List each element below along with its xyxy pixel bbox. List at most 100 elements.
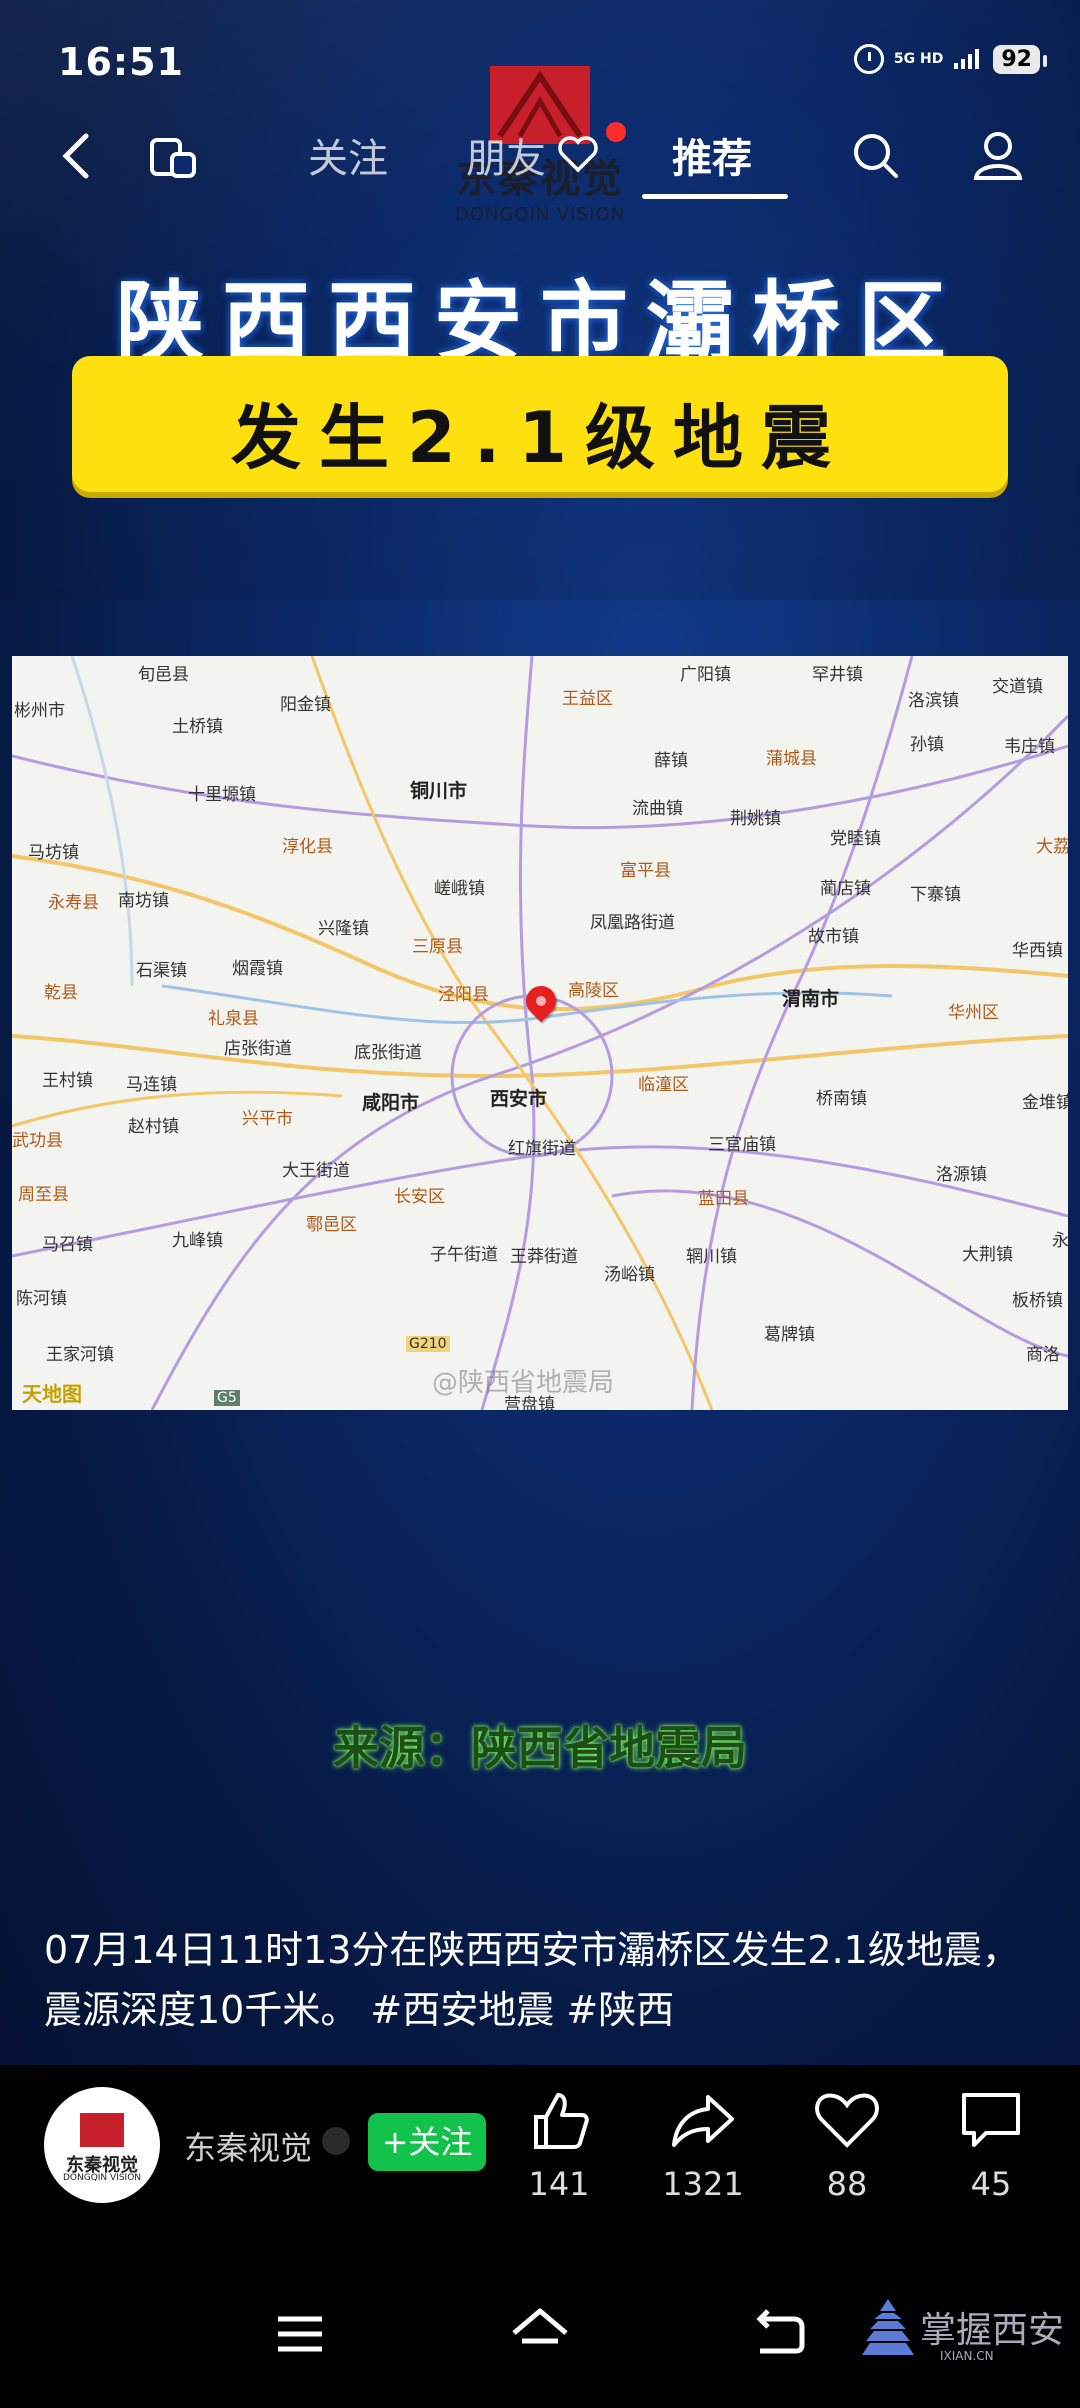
map-label: 华州区 <box>948 1003 999 1023</box>
home-icon[interactable] <box>508 2305 572 2361</box>
map-label: 蓝田县 <box>698 1189 749 1209</box>
map-label: 韦庄镇 <box>1004 737 1055 757</box>
map-label: 王莽街道 <box>510 1247 578 1267</box>
search-icon[interactable] <box>848 126 904 186</box>
comment-bubble-icon <box>962 2093 1020 2147</box>
profile-icon[interactable] <box>968 126 1028 186</box>
favorite-button[interactable]: 88 <box>792 2085 902 2203</box>
map-label: 故市镇 <box>808 927 859 947</box>
system-navigation-bar: 掌握西安 IXIAN.CN <box>0 2265 1080 2408</box>
map-label: 广阳镇 <box>680 665 731 685</box>
map-label: 红旗街道 <box>508 1139 576 1159</box>
map-label: 鄠邑区 <box>306 1215 357 1235</box>
map-label: 三原县 <box>412 937 463 957</box>
pagoda-logo-icon <box>862 2299 914 2355</box>
share-button[interactable]: 1321 <box>648 2085 758 2203</box>
map-label: 华西镇 <box>1012 941 1063 961</box>
map-label: 咸阳市 <box>362 1092 420 1114</box>
map-label: 十里塬镇 <box>188 785 256 805</box>
comment-button[interactable]: 45 <box>936 2085 1046 2203</box>
map-label: 薛镇 <box>654 751 688 771</box>
map-label: 辋川镇 <box>686 1247 737 1267</box>
map-label: 马连镇 <box>126 1075 177 1095</box>
video-caption[interactable]: 07月14日11时13分在陕西西安市灞桥区发生2.1级地震，震源深度10千米。 … <box>44 1920 1044 2040</box>
avatar-name-en: DONGQIN VISION <box>62 2173 142 2183</box>
map-label: 店张街道 <box>224 1039 292 1059</box>
back-icon[interactable] <box>56 126 96 186</box>
map-label: 荆姚镇 <box>730 809 781 829</box>
map-label: 铜川市 <box>410 780 468 802</box>
tab-friends[interactable]: 朋友 <box>466 126 546 184</box>
verified-badge-icon <box>322 2127 350 2155</box>
map-watermark: @陕西省地震局 <box>432 1368 615 1398</box>
map-label: 下寨镇 <box>910 885 961 905</box>
top-navigation: 关注 朋友 推荐 <box>0 112 1080 202</box>
action-bar: 东秦视觉 DONGQIN VISION 东秦视觉 +关注 141 1321 88… <box>0 2065 1080 2265</box>
highway-shield: G210 <box>406 1336 450 1352</box>
share-arrow-icon <box>672 2095 734 2147</box>
map-label: 底张街道 <box>354 1043 422 1063</box>
comment-count: 45 <box>970 2165 1012 2203</box>
multi-window-icon[interactable] <box>146 126 202 186</box>
video-screen[interactable]: 16:51 5G HD 92 东秦视觉 DONGQIN VISION 关注 朋友… <box>0 0 1080 2065</box>
map-label: 武功县 <box>12 1131 63 1151</box>
map-label: 汤峪镇 <box>604 1265 655 1285</box>
map-label: 旬邑县 <box>138 665 189 685</box>
follow-button[interactable]: +关注 <box>368 2113 486 2171</box>
map-label: 乾县 <box>44 983 78 1003</box>
favorite-count: 88 <box>826 2165 868 2203</box>
map-label: 大荆镇 <box>962 1245 1013 1265</box>
map-label: 阳金镇 <box>280 695 331 715</box>
map-label: 长安区 <box>394 1187 445 1207</box>
map-label: 兴平市 <box>242 1109 293 1129</box>
map-label: 九峰镇 <box>172 1231 223 1251</box>
thumbs-up-icon <box>534 2093 589 2149</box>
map-label: 蔺店镇 <box>820 879 871 899</box>
map-label: 泾阳县 <box>438 985 489 1005</box>
map-provider-logo: 天地图 <box>22 1382 82 1406</box>
avatar[interactable]: 东秦视觉 DONGQIN VISION <box>44 2087 160 2203</box>
map-label: 罕井镇 <box>812 665 863 685</box>
tab-following[interactable]: 关注 <box>308 126 388 184</box>
tab-recommend[interactable]: 推荐 <box>672 126 752 184</box>
map-label: 周至县 <box>18 1185 69 1205</box>
author-name[interactable]: 东秦视觉 <box>184 2123 312 2169</box>
map-label: 永 <box>1052 1231 1068 1251</box>
map-label: 子午街道 <box>430 1245 498 1265</box>
map-label: 交道镇 <box>992 677 1043 697</box>
like-count: 141 <box>528 2165 590 2203</box>
map-label: 大王街道 <box>282 1161 350 1181</box>
notification-dot <box>606 122 626 142</box>
map-label: 大荔 <box>1036 837 1068 857</box>
alarm-icon <box>853 44 884 74</box>
map-label: 凤凰路街道 <box>590 913 675 933</box>
map-label: 板桥镇 <box>1012 1291 1063 1311</box>
map-label: 桥南镇 <box>816 1089 867 1109</box>
heart-outline-icon <box>558 136 598 173</box>
map-label: 嵯峨镇 <box>434 879 485 899</box>
source-subtitle: 来源：陕西省地震局 <box>333 1721 747 1775</box>
map-label: 金堆镇 <box>1022 1093 1068 1113</box>
menu-icon[interactable] <box>272 2309 328 2359</box>
map-label: 渭南市 <box>782 988 840 1010</box>
map-label: 党睦镇 <box>830 829 881 849</box>
earthquake-map: 旬邑县 彬州市 广阳镇 罕井镇 交道镇 土桥镇 阳金镇 王益区 洛滨镇 十里塬镇… <box>12 656 1068 1410</box>
map-label: 洛滨镇 <box>908 691 959 711</box>
back-nav-icon[interactable] <box>752 2305 808 2361</box>
like-button[interactable]: 141 <box>504 2085 614 2203</box>
map-label: 商洛 <box>1026 1345 1060 1365</box>
share-count: 1321 <box>662 2165 744 2203</box>
map-label: 马召镇 <box>42 1235 93 1255</box>
map-label: 蒲城县 <box>766 749 817 769</box>
map-label: 王村镇 <box>42 1071 93 1091</box>
headline-banner: 发生2.1级地震 <box>72 356 1008 492</box>
map-label: 高陵区 <box>568 981 619 1001</box>
watermark-text: 掌握西安 <box>920 2310 1065 2351</box>
map-roads <box>12 656 1068 1410</box>
map-label: 烟霞镇 <box>232 959 283 979</box>
map-label: 赵村镇 <box>128 1117 179 1137</box>
map-label: 孙镇 <box>910 735 944 755</box>
map-label: 西安市 <box>490 1088 548 1110</box>
map-label: 洛源镇 <box>936 1165 987 1185</box>
network-indicator: 5G HD <box>893 51 944 67</box>
